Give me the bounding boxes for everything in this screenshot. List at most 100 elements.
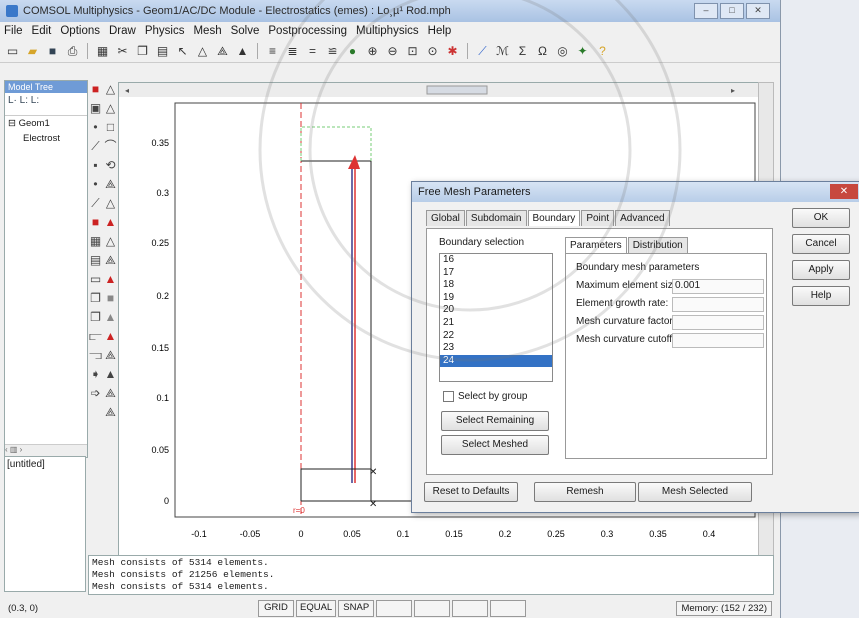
tools-icon[interactable]: ✦ <box>574 43 591 60</box>
draw-triangle-icon[interactable]: △ <box>103 80 118 99</box>
tri-red3-icon[interactable]: ▲ <box>103 327 118 346</box>
square-icon[interactable]: □ <box>103 118 118 137</box>
square-gray-icon[interactable]: ■ <box>103 289 118 308</box>
tab-subdomain[interactable]: Subdomain <box>465 210 527 226</box>
menu-physics[interactable]: Physics <box>145 25 185 37</box>
max-element-size-input[interactable]: 0.001 <box>672 279 764 294</box>
equal-toggle[interactable]: EQUAL <box>296 599 337 617</box>
new-icon[interactable]: ▭ <box>4 43 21 60</box>
arrow-left-icon[interactable]: ➩ <box>88 384 103 403</box>
zoom-out-icon[interactable]: ⊖ <box>384 43 401 60</box>
block-icon[interactable]: ▪ <box>88 156 103 175</box>
refine-icon[interactable]: ≌ <box>324 43 341 60</box>
save-icon[interactable]: ■ <box>44 43 61 60</box>
list-item[interactable]: 17 <box>440 267 552 280</box>
status-slot-empty[interactable] <box>452 599 489 617</box>
print-icon[interactable]: ⎙ <box>64 43 81 60</box>
help-button[interactable]: Help <box>792 286 850 306</box>
list-item[interactable]: 23 <box>440 342 552 355</box>
cancel-button[interactable]: Cancel <box>792 234 850 254</box>
cut-icon[interactable]: ✂ <box>114 43 131 60</box>
split-icon[interactable]: ⫍ <box>88 327 103 346</box>
growth-rate-input[interactable] <box>672 297 764 312</box>
open-icon[interactable]: ▰ <box>24 43 41 60</box>
menu-options[interactable]: Options <box>60 25 100 37</box>
list-item[interactable]: 20 <box>440 304 552 317</box>
list-item[interactable]: 18 <box>440 279 552 292</box>
tri-lines2-icon[interactable]: ⟁ <box>103 403 118 422</box>
tri-icon[interactable]: △ <box>103 194 118 213</box>
help-icon[interactable]: ? <box>594 43 611 60</box>
tri-red-icon[interactable]: ▲ <box>103 213 118 232</box>
globe-icon[interactable]: ● <box>344 43 361 60</box>
menu-file[interactable]: File <box>4 25 23 37</box>
menu-edit[interactable]: Edit <box>32 25 52 37</box>
tab-parameters[interactable]: Parameters <box>565 237 627 253</box>
select-remaining-button[interactable]: Select Remaining <box>441 411 549 431</box>
menu-multiphysics[interactable]: Multiphysics <box>356 25 419 37</box>
arrow-right-icon[interactable]: ➧ <box>88 365 103 384</box>
draw-triangle-alt-icon[interactable]: △ <box>103 99 118 118</box>
select-by-group-checkbox[interactable]: Select by group <box>443 391 528 402</box>
grid-toggle[interactable]: GRID <box>258 599 294 617</box>
list-item-selected[interactable]: 24 <box>440 354 552 368</box>
model-icon[interactable]: ℳ <box>494 43 511 60</box>
tri-line-icon[interactable]: ⟁ <box>103 346 118 365</box>
tri-red2-icon[interactable]: ▲ <box>103 270 118 289</box>
draw-rect-icon[interactable]: ▣ <box>88 99 103 118</box>
apply-button[interactable]: Apply <box>792 260 850 280</box>
close-button[interactable]: ✕ <box>746 3 770 19</box>
remesh-button[interactable]: Remesh <box>534 482 636 502</box>
zoom-box-icon[interactable]: ⊡ <box>404 43 421 60</box>
tri-black-icon[interactable]: ▲ <box>103 365 118 384</box>
grid-icon[interactable]: ≡ <box>264 43 281 60</box>
maximize-button[interactable]: □ <box>720 3 744 19</box>
curve-icon[interactable]: ⌒ <box>103 137 118 156</box>
status-slot-empty[interactable] <box>376 599 413 617</box>
line-icon[interactable]: ⟋ <box>88 137 103 156</box>
omega-icon[interactable]: Ω <box>534 43 551 60</box>
sphere-icon[interactable]: ◎ <box>554 43 571 60</box>
line2-icon[interactable]: ⟋ <box>88 194 103 213</box>
boundary-list[interactable]: 16 17 18 19 20 21 22 23 24 <box>439 253 553 382</box>
mesh-selected-button[interactable]: Mesh Selected <box>638 482 752 502</box>
minimize-button[interactable]: – <box>694 3 718 19</box>
tab-point[interactable]: Point <box>581 210 615 226</box>
menu-help[interactable]: Help <box>428 25 452 37</box>
join-icon[interactable]: ⫎ <box>88 346 103 365</box>
solve-icon[interactable]: Σ <box>514 43 531 60</box>
plot-hscroll-thumb[interactable] <box>426 85 488 95</box>
tri-outline-icon[interactable]: ⟁ <box>103 251 118 270</box>
triangle-icon[interactable]: △ <box>194 43 211 60</box>
plot-icon[interactable]: ⟋ <box>474 43 491 60</box>
menu-mesh[interactable]: Mesh <box>193 25 221 37</box>
menu-solve[interactable]: Solve <box>231 25 260 37</box>
menu-draw[interactable]: Draw <box>109 25 136 37</box>
pointer-icon[interactable]: ↖ <box>174 43 191 60</box>
reset-to-defaults-button[interactable]: Reset to Defaults <box>424 482 518 502</box>
tab-boundary[interactable]: Boundary <box>527 210 581 226</box>
tab-global[interactable]: Global <box>426 210 465 226</box>
zoom-in-icon[interactable]: ⊕ <box>364 43 381 60</box>
tri-gray2-icon[interactable]: ▲ <box>103 308 118 327</box>
star-icon[interactable]: ✱ <box>444 43 461 60</box>
align-icon[interactable]: ≣ <box>284 43 301 60</box>
tree-node-geom1[interactable]: ⊟ Geom1 <box>5 116 87 131</box>
copy-icon[interactable]: ❐ <box>134 43 151 60</box>
list-item[interactable]: 22 <box>440 330 552 343</box>
status-slot-empty[interactable] <box>490 599 527 617</box>
copy3-icon[interactable]: ❐ <box>88 308 103 327</box>
zoom-extents-icon[interactable]: ⊙ <box>424 43 441 60</box>
draw-rect-red-icon[interactable]: ■ <box>88 80 103 99</box>
list-item[interactable]: 21 <box>440 317 552 330</box>
fill-red-icon[interactable]: ■ <box>88 213 103 232</box>
tree-node-electrostatics[interactable]: Electrost <box>5 131 87 146</box>
curvature-cutoff-input[interactable] <box>672 333 764 348</box>
rotate-icon[interactable]: ⟲ <box>103 156 118 175</box>
status-slot-empty[interactable] <box>414 599 451 617</box>
mesh-icon[interactable]: ▲ <box>234 43 251 60</box>
point-icon[interactable]: • <box>88 118 103 137</box>
copy2-icon[interactable]: ❐ <box>88 289 103 308</box>
tri-lines-icon[interactable]: ⟁ <box>103 384 118 403</box>
list-item[interactable]: 16 <box>440 254 552 267</box>
